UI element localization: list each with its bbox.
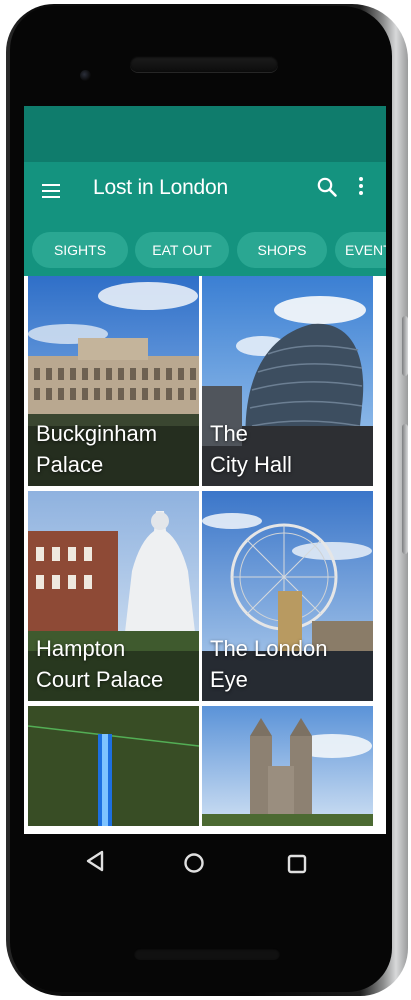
app-title: Lost in London	[93, 176, 228, 199]
place-name: Buckginham Palace	[36, 421, 158, 477]
back-triangle-icon[interactable]	[85, 850, 105, 872]
category-tabs: SIGHTS EAT OUT SHOPS EVENTS	[24, 224, 386, 276]
place-card-buckingham-palace[interactable]: Buckginham Palace	[28, 276, 199, 486]
status-bar	[24, 106, 386, 162]
place-card-abbey[interactable]	[202, 706, 373, 826]
tab-shops[interactable]: SHOPS	[237, 232, 327, 268]
recents-square-icon[interactable]	[287, 854, 307, 874]
more-vert-icon[interactable]	[358, 177, 364, 197]
abbey-image	[202, 706, 373, 826]
tab-eat-out[interactable]: EAT OUT	[135, 232, 229, 268]
place-name: The City Hall	[210, 421, 292, 477]
earpiece-speaker	[130, 56, 278, 72]
tab-events[interactable]: EVENTS	[335, 232, 386, 268]
hamburger-icon[interactable]	[42, 184, 60, 198]
bottom-speaker	[134, 948, 280, 960]
home-circle-icon[interactable]	[183, 852, 205, 874]
tab-sights[interactable]: SIGHTS	[32, 232, 128, 268]
place-card-city-hall[interactable]: The City Hall	[202, 276, 373, 486]
phone-frame: Lost in London SIGHTS EAT OUT SHOPS EVEN…	[6, 4, 408, 996]
app-screen: Lost in London SIGHTS EAT OUT SHOPS EVEN…	[24, 106, 386, 834]
place-card-hampton-court-palace[interactable]: Hampton Court Palace	[28, 491, 199, 701]
app-toolbar: Lost in London	[24, 162, 386, 224]
place-card-london-eye[interactable]: The London Eye	[202, 491, 373, 701]
place-name: The London Eye	[210, 636, 328, 692]
place-name: Hampton Court Palace	[36, 636, 164, 692]
front-camera	[80, 70, 91, 81]
volume-button	[402, 424, 408, 554]
light-tower-image	[28, 706, 199, 826]
place-card-light-tower[interactable]	[28, 706, 199, 826]
search-icon[interactable]	[316, 176, 338, 198]
power-button	[402, 316, 408, 376]
